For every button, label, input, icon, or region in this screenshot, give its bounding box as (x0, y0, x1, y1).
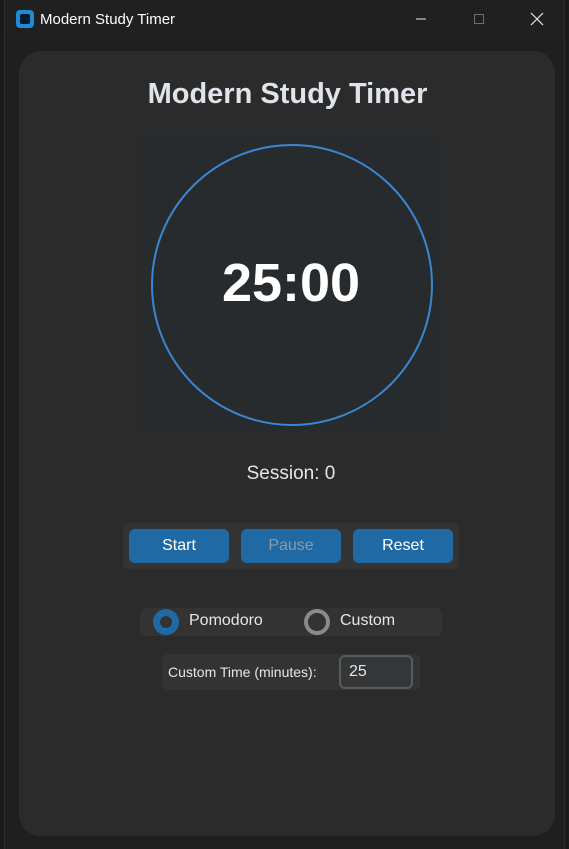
custom-time-input[interactable] (339, 655, 413, 689)
close-button[interactable] (508, 0, 566, 38)
custom-radio-label[interactable]: Custom (340, 612, 395, 630)
app-icon (16, 10, 34, 28)
reset-button[interactable]: Reset (353, 529, 453, 563)
maximize-icon (474, 14, 484, 24)
minimize-button[interactable] (392, 0, 450, 38)
app-window: Modern Study Timer Modern Study Timer 25… (4, 0, 565, 849)
minimize-icon (416, 18, 426, 20)
close-icon (530, 12, 544, 26)
session-counter: Session: 0 (246, 463, 336, 484)
start-button[interactable]: Start (129, 529, 229, 563)
pomodoro-radio-label[interactable]: Pomodoro (189, 612, 263, 630)
mode-selector (140, 608, 442, 636)
pomodoro-radio[interactable] (153, 609, 179, 635)
custom-radio[interactable] (304, 609, 330, 635)
maximize-button[interactable] (450, 0, 508, 38)
page-title: Modern Study Timer (147, 78, 428, 110)
title-bar[interactable]: Modern Study Timer (5, 0, 564, 38)
pause-button[interactable]: Pause (241, 529, 341, 563)
timer-display: 25:00 (221, 253, 361, 313)
window-title: Modern Study Timer (40, 11, 176, 28)
custom-time-label: Custom Time (minutes): (168, 664, 317, 680)
